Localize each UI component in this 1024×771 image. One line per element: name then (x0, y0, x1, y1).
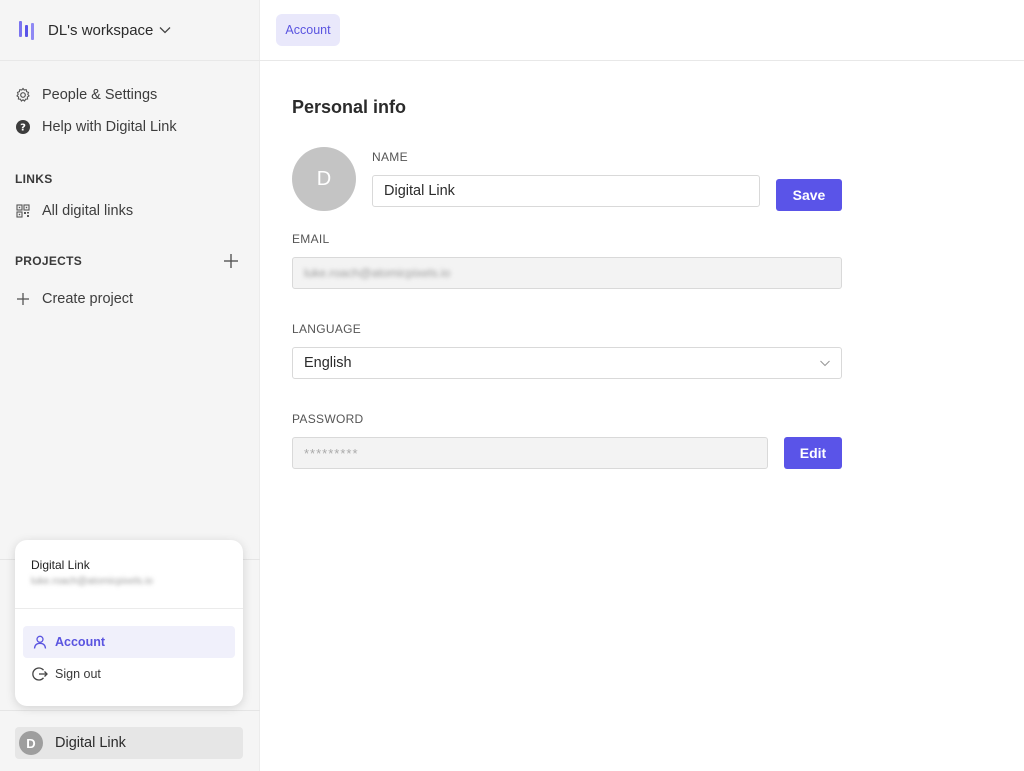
menu-item-label: Account (55, 635, 105, 649)
projects-section-label: PROJECTS (15, 254, 83, 268)
popup-divider (15, 608, 243, 609)
workspace-switcher[interactable]: DL's workspace (0, 0, 260, 61)
app-root: DL's workspace People & Settings ? Help … (0, 0, 1024, 771)
popup-user-email: luke.roach@atomicpixels.io (31, 576, 153, 587)
name-field[interactable]: Digital Link (372, 175, 760, 207)
sidebar-item-all-digital-links[interactable]: All digital links (15, 200, 133, 222)
menu-item-sign-out[interactable]: Sign out (23, 658, 235, 690)
sidebar-item-label: All digital links (42, 203, 134, 219)
email-field-value: luke.roach@atomicpixels.io (304, 266, 451, 280)
save-button[interactable]: Save (776, 179, 842, 211)
avatar[interactable]: D (292, 147, 356, 211)
email-label: EMAIL (292, 232, 330, 246)
email-field: luke.roach@atomicpixels.io (292, 257, 842, 289)
password-label: PASSWORD (292, 412, 364, 426)
sidebar-item-help[interactable]: ? Help with Digital Link (15, 116, 177, 138)
password-field: ********* (292, 437, 768, 469)
gear-icon (15, 87, 31, 103)
plus-icon (15, 291, 31, 307)
chevron-down-icon (820, 360, 830, 367)
user-icon (32, 634, 48, 650)
popup-user-name: Digital Link (31, 558, 90, 572)
svg-text:?: ? (20, 123, 26, 134)
menu-item-account[interactable]: Account (23, 626, 235, 658)
sidebar-item-people-settings[interactable]: People & Settings (15, 84, 157, 106)
language-select-value: English (304, 355, 352, 371)
name-label: NAME (372, 150, 408, 164)
menu-item-label: Sign out (55, 667, 101, 681)
workspace-title: DL's workspace (48, 21, 154, 39)
qr-code-icon (15, 203, 31, 219)
links-section-label: LINKS (15, 172, 53, 186)
create-project-button[interactable]: Create project (15, 288, 133, 310)
language-label: LANGUAGE (292, 322, 362, 336)
user-name: Digital Link (55, 735, 126, 751)
sidebar-item-label: Help with Digital Link (42, 119, 177, 135)
user-menu-button[interactable]: D Digital Link (15, 727, 243, 759)
help-icon: ? (15, 119, 31, 135)
password-field-value: ********* (304, 445, 359, 461)
avatar: D (19, 731, 43, 755)
sidebar-divider (0, 710, 260, 711)
language-select[interactable]: English (292, 347, 842, 379)
workspace-logo-icon (19, 21, 34, 40)
top-bar: Account (260, 0, 1024, 61)
sidebar-item-label: People & Settings (42, 87, 158, 103)
add-project-icon[interactable] (222, 252, 240, 270)
edit-password-button[interactable]: Edit (784, 437, 842, 469)
account-popup-menu: Digital Link luke.roach@atomicpixels.io … (15, 540, 243, 706)
name-field-value: Digital Link (384, 183, 455, 199)
chevron-down-icon (159, 27, 171, 34)
tab-account[interactable]: Account (276, 14, 340, 46)
page-title: Personal info (292, 97, 407, 117)
sign-out-icon (32, 666, 48, 682)
create-project-label: Create project (42, 291, 134, 307)
